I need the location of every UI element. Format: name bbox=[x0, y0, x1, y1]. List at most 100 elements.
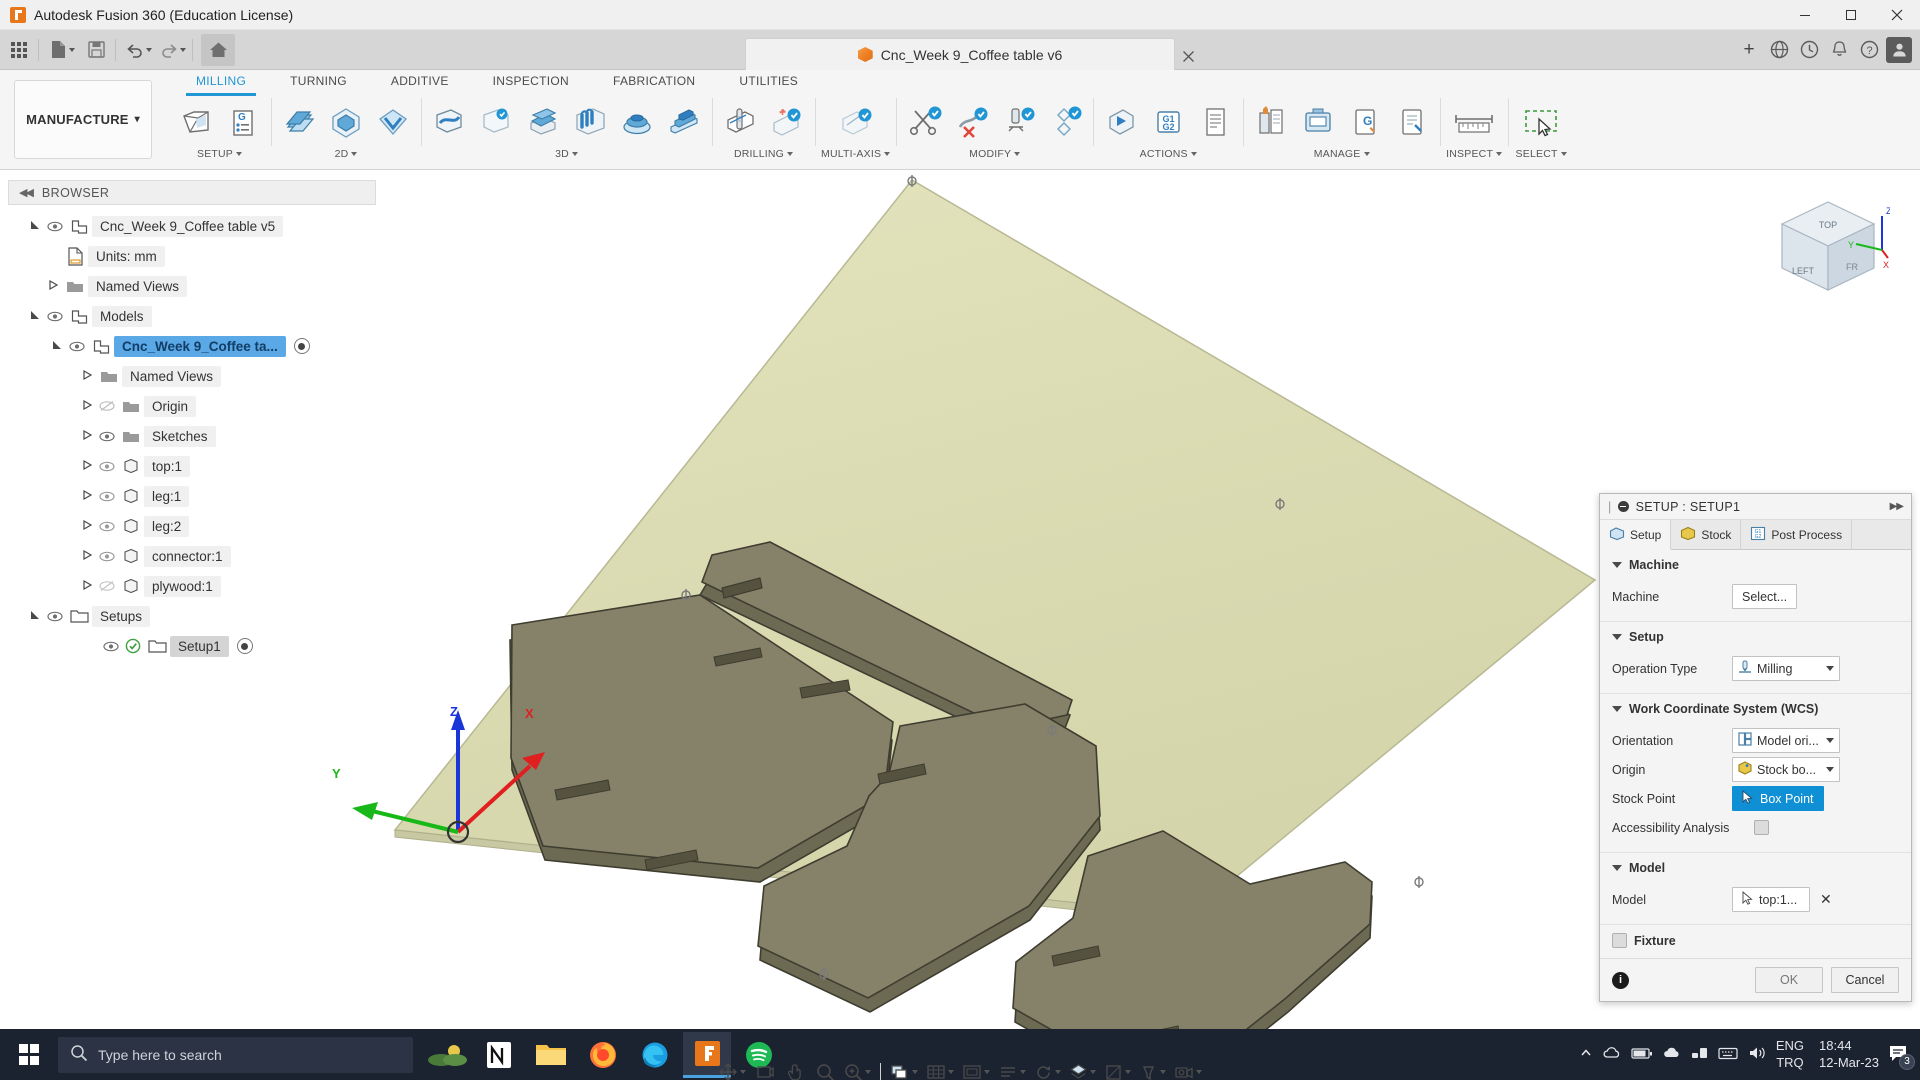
tree-row-component-selected[interactable]: Cnc_Week 9_Coffee ta... bbox=[8, 331, 376, 361]
firefox-app[interactable] bbox=[579, 1032, 627, 1078]
start-button[interactable] bbox=[0, 1029, 58, 1080]
visibility-eye-icon[interactable] bbox=[100, 641, 122, 652]
home-icon[interactable] bbox=[201, 33, 235, 66]
ribbon-group-label-3d[interactable]: 3D bbox=[555, 148, 578, 160]
user-avatar[interactable] bbox=[1886, 36, 1912, 63]
visibility-eye-hidden-icon[interactable] bbox=[96, 400, 118, 412]
ribbon-group-label-manage[interactable]: MANAGE bbox=[1314, 148, 1370, 160]
twisty-closed-icon[interactable] bbox=[78, 549, 96, 563]
new-file-icon[interactable] bbox=[47, 34, 77, 66]
keyboard-icon[interactable] bbox=[1718, 1047, 1738, 1063]
edge-app[interactable] bbox=[631, 1032, 679, 1078]
tab-stock[interactable]: Stock bbox=[1671, 520, 1742, 550]
undo-icon[interactable] bbox=[124, 34, 154, 66]
drill-icon[interactable] bbox=[718, 99, 762, 145]
cut-icon[interactable] bbox=[902, 99, 946, 145]
accessibility-checkbox[interactable] bbox=[1754, 820, 1769, 835]
tree-row-models[interactable]: Models bbox=[8, 301, 376, 331]
language-indicator[interactable]: ENG TRQ bbox=[1776, 1038, 1804, 1071]
contour3d-icon[interactable] bbox=[615, 99, 659, 145]
ribbon-group-label-setup[interactable]: SETUP bbox=[197, 148, 242, 160]
delete-toolpath-icon[interactable] bbox=[949, 99, 993, 145]
minimize-button[interactable] bbox=[1782, 0, 1828, 30]
notification-bell-icon[interactable] bbox=[1826, 37, 1852, 63]
origin-dropdown[interactable]: Stock bo... bbox=[1732, 757, 1840, 782]
select-icon[interactable] bbox=[1514, 99, 1568, 145]
twisty-closed-icon[interactable] bbox=[78, 519, 96, 533]
zoom-icon[interactable] bbox=[811, 1058, 839, 1080]
new-tab-button[interactable]: + bbox=[1736, 37, 1762, 63]
orbit-icon[interactable] bbox=[715, 1058, 749, 1080]
twisty-closed-icon[interactable] bbox=[78, 459, 96, 473]
twisty-closed-icon[interactable] bbox=[78, 369, 96, 383]
cancel-button[interactable]: Cancel bbox=[1831, 967, 1899, 993]
dialog-expand-icon[interactable]: ▶▶ bbox=[1890, 501, 1904, 512]
taskbar-search-box[interactable]: Type here to search bbox=[58, 1036, 413, 1073]
ribbon-group-label-multiaxis[interactable]: MULTI-AXIS bbox=[821, 148, 891, 160]
file-explorer-app[interactable] bbox=[527, 1032, 575, 1078]
clock[interactable]: 18:44 12-Mar-23 bbox=[1819, 1038, 1879, 1071]
cloud-sync-icon[interactable] bbox=[1662, 1046, 1682, 1063]
redo-icon[interactable] bbox=[158, 34, 188, 66]
visual-style-icon[interactable] bbox=[1066, 1058, 1099, 1080]
document-tab[interactable]: Cnc_Week 9_Coffee table v6 bbox=[745, 38, 1175, 70]
twisty-closed-icon[interactable] bbox=[78, 489, 96, 503]
swarf-icon[interactable] bbox=[829, 99, 883, 145]
face-icon[interactable] bbox=[277, 99, 321, 145]
info-icon[interactable]: i bbox=[1612, 971, 1629, 989]
visibility-eye-icon[interactable] bbox=[96, 431, 118, 442]
ribbon-group-label-modify[interactable]: MODIFY bbox=[969, 148, 1021, 160]
ribbon-tab-utilities[interactable]: UTILITIES bbox=[717, 70, 820, 96]
arrange-icon[interactable] bbox=[996, 99, 1040, 145]
tree-row-body-leg2[interactable]: leg:2 bbox=[8, 511, 376, 541]
network-icon[interactable] bbox=[1691, 1046, 1709, 1063]
section-header-model[interactable]: Model bbox=[1612, 861, 1899, 875]
post-process-icon[interactable] bbox=[1390, 99, 1434, 145]
visibility-eye-icon[interactable] bbox=[44, 221, 66, 232]
model-selection-button[interactable]: top:1... bbox=[1732, 887, 1810, 912]
object-visibility-icon[interactable] bbox=[1136, 1058, 1169, 1080]
measure-icon[interactable] bbox=[1447, 99, 1501, 145]
tab-setup[interactable]: Setup bbox=[1600, 520, 1672, 550]
weather-widget[interactable] bbox=[423, 1032, 471, 1078]
tool-library-icon[interactable] bbox=[1043, 99, 1087, 145]
app-grid-icon[interactable] bbox=[4, 34, 34, 66]
ribbon-tab-additive[interactable]: ADDITIVE bbox=[369, 70, 471, 96]
refresh-icon[interactable] bbox=[1031, 1058, 1064, 1080]
ribbon-group-label-drilling[interactable]: DRILLING bbox=[734, 148, 794, 160]
pocket3d-icon[interactable] bbox=[474, 99, 518, 145]
display-settings-icon[interactable] bbox=[887, 1058, 921, 1080]
view-cube[interactable]: TOP LEFT FR Z X Y bbox=[1740, 182, 1892, 312]
notification-center-button[interactable]: 3 bbox=[1888, 1044, 1915, 1070]
help-globe-icon[interactable] bbox=[1766, 37, 1792, 63]
tree-row-named-views[interactable]: Named Views bbox=[8, 271, 376, 301]
save-icon[interactable] bbox=[81, 34, 111, 66]
bore-icon[interactable] bbox=[765, 99, 809, 145]
activate-component-radio[interactable] bbox=[293, 338, 310, 354]
pan-icon[interactable] bbox=[781, 1058, 809, 1080]
activate-setup-radio[interactable] bbox=[236, 638, 253, 654]
g-code-icon[interactable]: G1 G2 bbox=[1146, 99, 1190, 145]
grid-snap-icon[interactable] bbox=[923, 1058, 957, 1080]
visibility-eye-icon[interactable] bbox=[96, 551, 118, 562]
browser-collapse-icon[interactable]: ◀◀ bbox=[19, 186, 34, 199]
twisty-open-icon[interactable] bbox=[26, 610, 44, 623]
stock-point-button[interactable]: Box Point bbox=[1732, 786, 1824, 811]
ok-button[interactable]: OK bbox=[1755, 967, 1823, 993]
viewports-icon[interactable] bbox=[959, 1058, 993, 1080]
tree-row-body-plywood[interactable]: plywood:1 bbox=[8, 571, 376, 601]
zoom-window-icon[interactable] bbox=[841, 1058, 874, 1080]
ribbon-tab-inspection[interactable]: INSPECTION bbox=[471, 70, 591, 96]
document-tab-close[interactable] bbox=[1182, 50, 1195, 66]
generate-icon[interactable]: G bbox=[1343, 99, 1387, 145]
tool-library-manage-icon[interactable] bbox=[1249, 99, 1293, 145]
twisty-open-icon[interactable] bbox=[26, 220, 44, 233]
orientation-dropdown[interactable]: Model ori... bbox=[1732, 728, 1840, 753]
visibility-eye-icon[interactable] bbox=[96, 521, 118, 532]
battery-icon[interactable] bbox=[1631, 1047, 1653, 1063]
tree-row-sketches[interactable]: Sketches bbox=[8, 421, 376, 451]
ribbon-group-label-actions[interactable]: ACTIONS bbox=[1140, 148, 1197, 160]
help-question-icon[interactable]: ? bbox=[1856, 37, 1882, 63]
pocket2d-icon[interactable] bbox=[371, 99, 415, 145]
layout-grid-icon[interactable] bbox=[995, 1058, 1029, 1080]
